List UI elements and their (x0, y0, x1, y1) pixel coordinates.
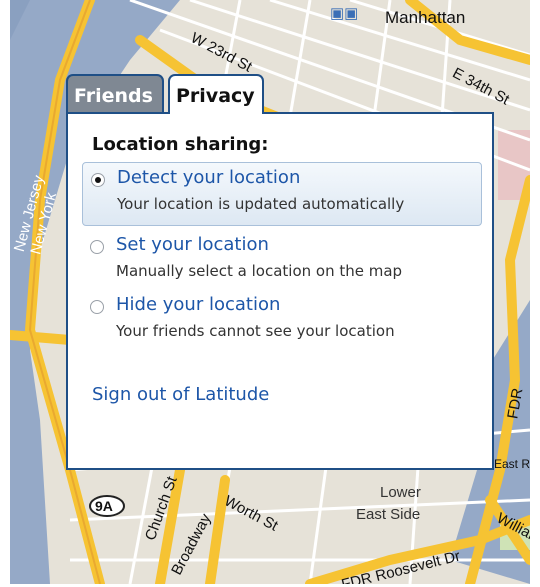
tab-privacy[interactable]: Privacy (168, 74, 264, 114)
option-subtitle: Your location is updated automatically (117, 195, 405, 213)
option-detect-location[interactable]: Detect your location Your location is up… (82, 162, 482, 226)
option-hide-location[interactable]: Hide your location Your friends cannot s… (82, 290, 482, 354)
option-subtitle: Manually select a location on the map (116, 262, 403, 280)
map-label-lower: Lower (380, 484, 421, 501)
sign-out-link[interactable]: Sign out of Latitude (92, 384, 269, 405)
radio-set-location[interactable] (90, 240, 104, 254)
panel-heading: Location sharing: (92, 134, 269, 155)
map-label-east-river-park: East River Park (494, 457, 530, 471)
radio-detect-location[interactable] (91, 173, 105, 187)
route-9a-label: 9A (95, 498, 113, 514)
poi-icon: ▣▣ (330, 5, 359, 22)
option-title[interactable]: Set your location (116, 234, 269, 255)
tab-friends[interactable]: Friends (66, 74, 164, 112)
option-subtitle: Your friends cannot see your location (116, 322, 395, 340)
map-frame: ▣▣ Manhattan W 23rd St E 34th St New Jer… (10, 0, 530, 584)
option-title[interactable]: Hide your location (116, 294, 280, 315)
map-label-east-side: East Side (356, 506, 421, 523)
option-set-location[interactable]: Set your location Manually select a loca… (82, 230, 482, 294)
privacy-panel: Location sharing: Detect your location Y… (66, 112, 494, 470)
radio-hide-location[interactable] (90, 300, 104, 314)
option-title[interactable]: Detect your location (117, 167, 300, 188)
map-label-manhattan: Manhattan (385, 8, 466, 27)
